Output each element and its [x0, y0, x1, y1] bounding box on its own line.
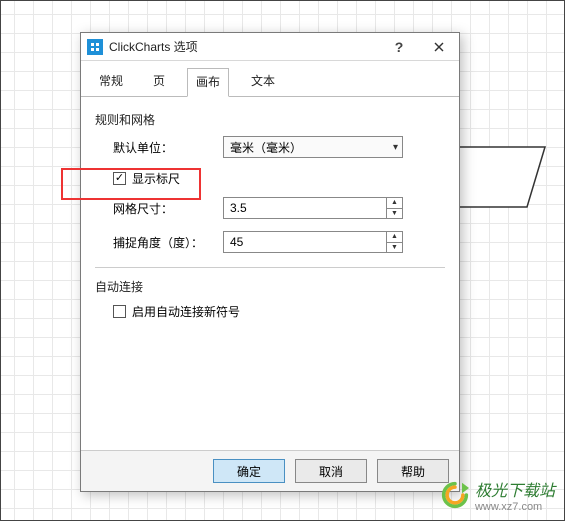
grid-size-row: 网格尺寸： 3.5 ▲ ▼ [113, 197, 445, 219]
snap-angle-value: 45 [224, 232, 386, 252]
snap-angle-spinner[interactable]: 45 ▲ ▼ [223, 231, 403, 253]
titlebar-help-button[interactable]: ? [379, 33, 419, 61]
cancel-button[interactable]: 取消 [295, 459, 367, 483]
autoconnect-label: 启用自动连接新符号 [132, 303, 240, 320]
titlebar: ClickCharts 选项 ? [81, 33, 459, 61]
divider [95, 267, 445, 268]
dialog-footer: 确定 取消 帮助 [81, 450, 459, 491]
spinner-up-icon[interactable]: ▲ [387, 232, 402, 243]
watermark-name: 极光下载站 [475, 477, 555, 501]
tab-canvas[interactable]: 画布 [187, 68, 229, 97]
watermark-url: www.xz7.com [475, 501, 555, 513]
tab-page[interactable]: 页 [145, 68, 173, 97]
checkbox-box-unchecked [113, 305, 126, 318]
spinner-down-icon[interactable]: ▼ [387, 209, 402, 219]
checkbox-box-checked: ✓ [113, 172, 126, 185]
dialog-title: ClickCharts 选项 [109, 38, 198, 55]
help-button[interactable]: 帮助 [377, 459, 449, 483]
spinner-down-icon[interactable]: ▼ [387, 243, 402, 253]
grid-size-value: 3.5 [224, 198, 386, 218]
tab-general[interactable]: 常规 [91, 68, 131, 97]
show-rulers-label: 显示标尺 [132, 170, 180, 187]
watermark: 极光下载站 www.xz7.com [441, 477, 555, 513]
tab-text[interactable]: 文本 [243, 68, 283, 97]
watermark-logo-icon [441, 481, 469, 509]
snap-angle-label: 捕捉角度（度）： [113, 234, 223, 251]
titlebar-close-button[interactable] [419, 33, 459, 61]
close-icon [434, 42, 444, 52]
tabs-bar: 常规 页 画布 文本 [81, 61, 459, 97]
group-autoconnect-label: 自动连接 [95, 278, 445, 295]
autoconnect-checkbox[interactable]: 启用自动连接新符号 [113, 303, 445, 320]
default-unit-row: 默认单位： 毫米（毫米） ▾ [113, 136, 445, 158]
spinner-up-icon[interactable]: ▲ [387, 198, 402, 209]
group-rules-label: 规则和网格 [95, 111, 445, 128]
show-rulers-checkbox[interactable]: ✓ 显示标尺 [113, 170, 445, 187]
app-icon [87, 39, 103, 55]
snap-angle-row: 捕捉角度（度）： 45 ▲ ▼ [113, 231, 445, 253]
grid-size-label: 网格尺寸： [113, 200, 223, 217]
dialog-body: 规则和网格 默认单位： 毫米（毫米） ▾ ✓ 显示标尺 网格尺寸： 3.5 ▲ … [81, 97, 459, 450]
default-unit-value: 毫米（毫米） [230, 139, 302, 156]
options-dialog: ClickCharts 选项 ? 常规 页 画布 文本 规则和网格 默认单位： … [80, 32, 460, 492]
grid-size-spinner[interactable]: 3.5 ▲ ▼ [223, 197, 403, 219]
default-unit-select[interactable]: 毫米（毫米） ▾ [223, 136, 403, 158]
chevron-down-icon: ▾ [393, 142, 398, 153]
default-unit-label: 默认单位： [113, 139, 223, 156]
ok-button[interactable]: 确定 [213, 459, 285, 483]
